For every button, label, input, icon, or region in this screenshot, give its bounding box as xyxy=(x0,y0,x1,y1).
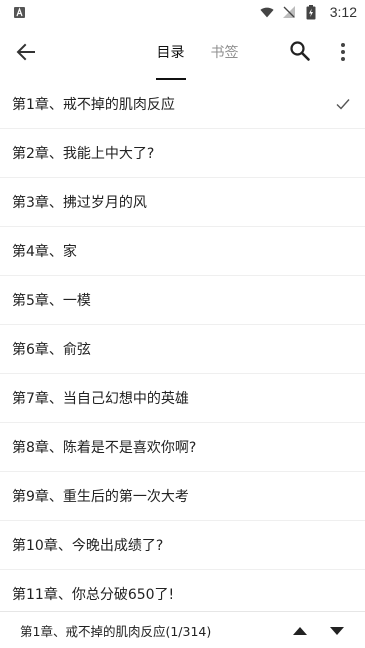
chapter-title: 第3章、拂过岁月的风 xyxy=(12,195,147,211)
chapter-row[interactable]: 第2章、我能上中大了? xyxy=(0,129,365,178)
status-right: 3:12 xyxy=(260,4,357,20)
bottom-bar: 第1章、戒不掉的肌肉反应(1/314) xyxy=(0,611,365,648)
search-button[interactable] xyxy=(289,40,311,62)
chapter-title: 第8章、陈着是不是喜欢你啊? xyxy=(12,440,197,456)
chapter-row[interactable]: 第7章、当自己幻想中的英雄 xyxy=(0,374,365,423)
chapter-row[interactable]: 第4章、家 xyxy=(0,227,365,276)
current-chapter-label: 第1章、戒不掉的肌肉反应(1/314) xyxy=(20,623,212,639)
chapter-row[interactable]: 第8章、陈着是不是喜欢你啊? xyxy=(0,423,365,472)
scroll-down-button[interactable] xyxy=(328,623,346,637)
chapter-row[interactable]: 第3章、拂过岁月的风 xyxy=(0,178,365,227)
chapter-title: 第6章、俞弦 xyxy=(12,342,91,358)
wifi-icon xyxy=(260,5,274,19)
chapter-title: 第10章、今晚出成绩了? xyxy=(12,538,164,554)
chapter-row[interactable]: 第11章、你总分破650了! xyxy=(0,570,365,611)
tab-contents[interactable]: 目录 xyxy=(155,24,186,80)
chapter-title: 第5章、一模 xyxy=(12,293,91,309)
status-left xyxy=(12,5,26,19)
triangle-down-icon xyxy=(330,627,344,635)
chapter-row[interactable]: 第10章、今晚出成绩了? xyxy=(0,521,365,570)
chapter-row[interactable]: 第5章、一模 xyxy=(0,276,365,325)
status-bar: 3:12 xyxy=(0,0,365,24)
checkmark-icon xyxy=(336,99,350,110)
chapter-title: 第1章、戒不掉的肌肉反应 xyxy=(12,97,175,113)
chapter-title: 第4章、家 xyxy=(12,244,77,260)
app-bar: 目录 书签 xyxy=(0,24,365,80)
status-time: 3:12 xyxy=(329,4,357,20)
chapter-title: 第7章、当自己幻想中的英雄 xyxy=(12,391,189,407)
chapter-title: 第9章、重生后的第一次大考 xyxy=(12,489,189,505)
more-vert-icon xyxy=(341,43,345,61)
tab-bookmarks[interactable]: 书签 xyxy=(211,24,239,80)
chapter-row[interactable]: 第6章、俞弦 xyxy=(0,325,365,374)
chapter-list[interactable]: 第1章、戒不掉的肌肉反应 第2章、我能上中大了? 第3章、拂过岁月的风 第4章、… xyxy=(0,80,365,611)
chapter-row[interactable]: 第9章、重生后的第一次大考 xyxy=(0,472,365,521)
more-options-button[interactable] xyxy=(334,40,352,64)
battery-charging-icon xyxy=(304,4,318,19)
chapter-row[interactable]: 第1章、戒不掉的肌肉反应 xyxy=(0,80,365,129)
search-icon xyxy=(290,41,310,61)
scroll-up-button[interactable] xyxy=(291,623,309,637)
chapter-title: 第2章、我能上中大了? xyxy=(12,146,155,162)
triangle-up-icon xyxy=(293,627,307,635)
no-signal-icon xyxy=(282,5,296,19)
notification-a-icon xyxy=(12,5,26,19)
chapter-title: 第11章、你总分破650了! xyxy=(12,587,175,603)
